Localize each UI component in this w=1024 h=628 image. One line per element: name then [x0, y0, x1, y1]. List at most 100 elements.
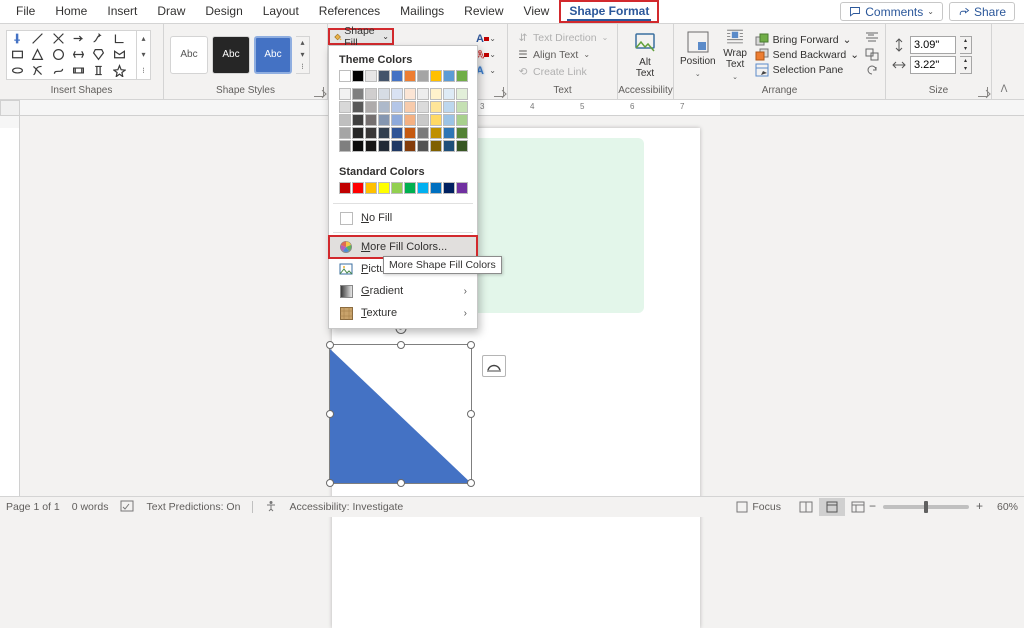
color-swatch[interactable]	[352, 182, 364, 194]
color-swatch[interactable]	[417, 88, 429, 100]
focus-button[interactable]: Focus	[736, 501, 781, 513]
tab-review[interactable]: Review	[454, 0, 513, 23]
tab-layout[interactable]: Layout	[253, 0, 309, 23]
align-text-button[interactable]: ☰Align Text⌄	[514, 47, 610, 63]
shape-width-input[interactable]	[910, 56, 956, 74]
color-swatch[interactable]	[391, 127, 403, 139]
color-swatch[interactable]	[404, 70, 416, 82]
color-swatch[interactable]	[456, 127, 468, 139]
color-swatch[interactable]	[378, 88, 390, 100]
color-swatch[interactable]	[417, 114, 429, 126]
shape-style-1[interactable]: Abc	[170, 36, 208, 74]
width-spinner[interactable]: ▴▾	[960, 56, 972, 74]
color-swatch[interactable]	[352, 114, 364, 126]
color-swatch[interactable]	[404, 88, 416, 100]
zoom-thumb[interactable]	[924, 501, 928, 513]
color-swatch[interactable]	[339, 140, 351, 152]
resize-handle-e[interactable]	[467, 410, 475, 418]
color-swatch[interactable]	[365, 101, 377, 113]
wordart-launcher[interactable]	[494, 87, 504, 97]
shape-styles-launcher[interactable]	[314, 87, 324, 97]
color-swatch[interactable]	[339, 70, 351, 82]
print-layout-button[interactable]	[819, 498, 845, 516]
bring-forward-button[interactable]: Bring Forward⌄	[755, 33, 859, 47]
shape-style-gallery[interactable]: Abc Abc Abc ▴▾⁝	[170, 36, 310, 74]
shape-gallery-scroll[interactable]: ▴▾⁝	[136, 31, 150, 79]
color-swatch[interactable]	[456, 70, 468, 82]
rotate-button[interactable]	[865, 64, 879, 77]
green-shape[interactable]	[464, 138, 644, 313]
shape-style-2[interactable]: Abc	[212, 36, 250, 74]
text-predictions[interactable]: Text Predictions: On	[146, 501, 240, 513]
color-swatch[interactable]	[443, 101, 455, 113]
web-layout-button[interactable]	[845, 498, 871, 516]
color-swatch[interactable]	[430, 140, 442, 152]
color-swatch[interactable]	[443, 140, 455, 152]
color-swatch[interactable]	[378, 114, 390, 126]
color-swatch[interactable]	[443, 88, 455, 100]
color-swatch[interactable]	[456, 140, 468, 152]
send-backward-button[interactable]: Send Backward⌄	[755, 48, 859, 62]
align-button[interactable]	[865, 32, 879, 45]
comments-button[interactable]: Comments ⌄	[840, 2, 943, 21]
size-launcher[interactable]	[978, 87, 988, 97]
collapse-ribbon-button[interactable]: ᐱ	[992, 24, 1016, 99]
tab-insert[interactable]: Insert	[97, 0, 147, 23]
text-fill-button[interactable]: A⌄	[474, 32, 498, 46]
wrap-text-button[interactable]: Wrap Text⌄	[722, 27, 749, 83]
resize-handle-ne[interactable]	[467, 341, 475, 349]
shape-height-input[interactable]	[910, 36, 956, 54]
color-swatch[interactable]	[365, 114, 377, 126]
resize-handle-nw[interactable]	[326, 341, 334, 349]
tab-mailings[interactable]: Mailings	[390, 0, 454, 23]
color-swatch[interactable]	[430, 88, 442, 100]
color-swatch[interactable]	[417, 70, 429, 82]
horizontal-ruler[interactable]: 1 2 3 4 5 6 7	[20, 100, 1024, 116]
color-swatch[interactable]	[365, 140, 377, 152]
color-swatch[interactable]	[339, 101, 351, 113]
color-swatch[interactable]	[339, 114, 351, 126]
color-swatch[interactable]	[430, 127, 442, 139]
color-swatch[interactable]	[365, 70, 377, 82]
color-swatch[interactable]	[352, 88, 364, 100]
zoom-slider[interactable]: − +	[883, 505, 969, 509]
tab-home[interactable]: Home	[45, 0, 97, 23]
share-button[interactable]: Share	[949, 2, 1015, 21]
vertical-ruler[interactable]	[0, 116, 20, 496]
shape-style-3[interactable]: Abc	[254, 36, 292, 74]
zoom-out-button[interactable]: −	[869, 499, 876, 513]
create-link-button[interactable]: ⟲Create Link	[514, 64, 610, 80]
accessibility-status[interactable]: Accessibility: Investigate	[289, 501, 403, 513]
height-spinner[interactable]: ▴▾	[960, 36, 972, 54]
shape-style-scroll[interactable]: ▴▾⁝	[296, 36, 310, 74]
color-swatch[interactable]	[365, 182, 377, 194]
color-swatch[interactable]	[417, 182, 429, 194]
tab-references[interactable]: References	[309, 0, 390, 23]
resize-handle-se[interactable]	[467, 479, 475, 487]
color-swatch[interactable]	[391, 88, 403, 100]
color-swatch[interactable]	[430, 70, 442, 82]
selection-pane-button[interactable]: Selection Pane	[755, 63, 859, 77]
color-swatch[interactable]	[417, 140, 429, 152]
word-count[interactable]: 0 words	[72, 501, 109, 513]
color-swatch[interactable]	[456, 182, 468, 194]
color-swatch[interactable]	[352, 127, 364, 139]
color-swatch[interactable]	[443, 70, 455, 82]
color-swatch[interactable]	[352, 140, 364, 152]
color-swatch[interactable]	[430, 101, 442, 113]
color-swatch[interactable]	[404, 114, 416, 126]
color-swatch[interactable]	[391, 101, 403, 113]
gradient-fill-item[interactable]: Gradient ›	[329, 280, 477, 302]
zoom-level[interactable]: 60%	[997, 501, 1018, 513]
color-swatch[interactable]	[378, 140, 390, 152]
color-swatch[interactable]	[378, 182, 390, 194]
color-swatch[interactable]	[417, 127, 429, 139]
more-fill-colors-item[interactable]: More Fill Colors... More Shape Fill Colo…	[329, 236, 477, 258]
color-swatch[interactable]	[404, 140, 416, 152]
color-swatch[interactable]	[404, 182, 416, 194]
color-swatch[interactable]	[456, 88, 468, 100]
color-swatch[interactable]	[443, 182, 455, 194]
page-indicator[interactable]: Page 1 of 1	[6, 501, 60, 513]
tab-shape-format[interactable]: Shape Format	[559, 0, 659, 23]
tab-design[interactable]: Design	[195, 0, 252, 23]
